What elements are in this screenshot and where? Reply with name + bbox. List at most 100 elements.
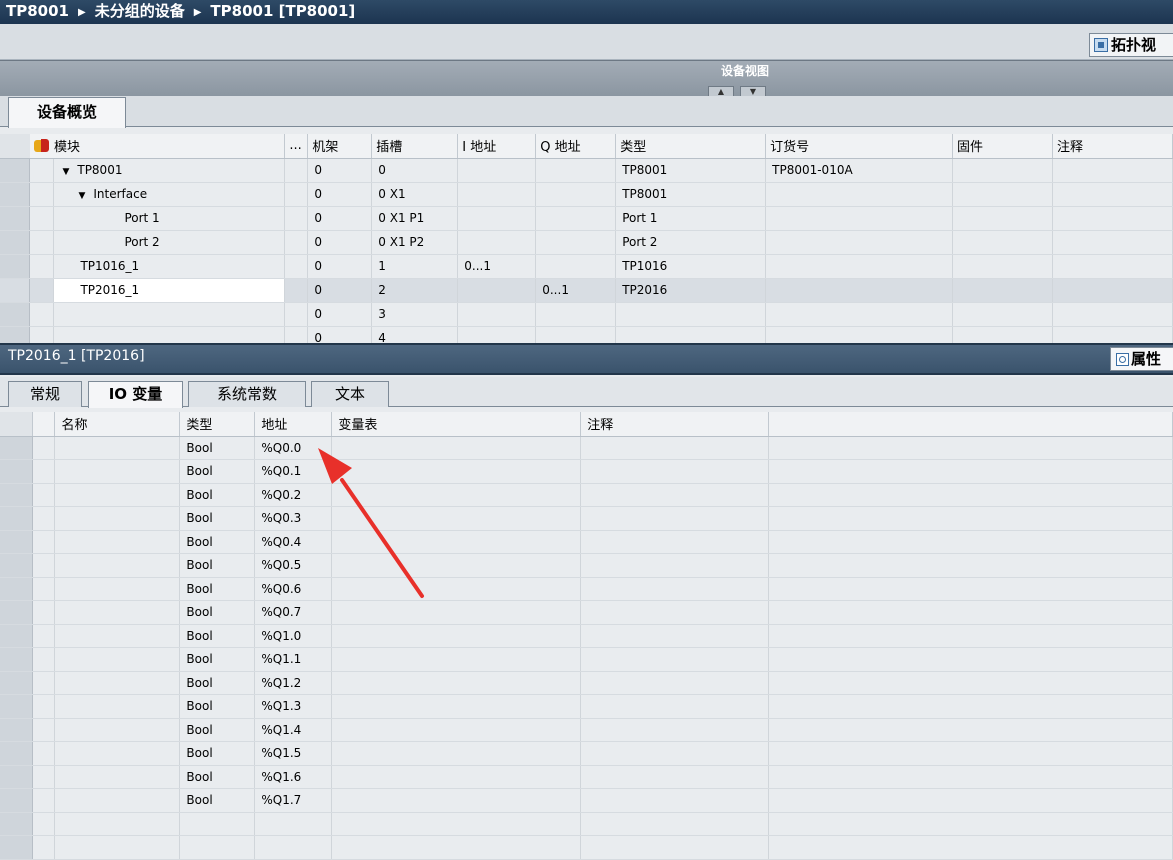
comment-cell[interactable] [1052,230,1173,255]
row-gutter[interactable] [0,577,34,601]
row-gutter[interactable] [0,459,34,484]
name-cell[interactable] [54,741,181,766]
tag-table-cell[interactable] [331,765,582,789]
name-cell[interactable] [54,436,181,460]
row-gutter[interactable] [0,647,34,672]
name-cell[interactable] [54,835,181,860]
table-row[interactable]: Bool %Q0.4 [0,530,1173,554]
table-row[interactable]: Bool %Q0.5 [0,553,1173,578]
module-cell[interactable]: TP2016_1 [53,278,286,303]
column-header-i-address[interactable]: I 地址 [457,134,537,159]
expand-down-icon[interactable]: ▼ [62,167,69,177]
tag-table-cell[interactable] [331,718,582,742]
comment-cell[interactable] [580,459,770,484]
table-row[interactable] [0,812,1173,836]
table-row[interactable]: Bool %Q0.3 [0,506,1173,531]
tab-device-overview[interactable]: 设备概览 [8,97,126,128]
row-gutter[interactable] [0,436,34,460]
row-gutter[interactable] [0,718,34,742]
row-gutter[interactable] [0,694,34,719]
table-row[interactable]: Bool %Q1.3 [0,694,1173,719]
name-cell[interactable] [54,694,181,719]
breadcrumb-item[interactable]: TP8001 [TP8001] [210,2,355,20]
row-gutter[interactable] [0,530,34,554]
name-cell[interactable] [54,530,181,554]
row-gutter[interactable] [0,600,34,625]
comment-cell[interactable] [1052,206,1173,231]
tag-table-cell[interactable] [331,694,582,719]
row-gutter[interactable] [0,788,34,813]
row-gutter[interactable] [0,483,34,507]
column-header-tag-table[interactable]: 变量表 [331,412,582,437]
table-row[interactable]: Bool %Q1.6 [0,765,1173,789]
name-cell[interactable] [54,647,181,672]
properties-button[interactable]: 属性 [1110,347,1173,371]
row-gutter[interactable] [0,278,31,303]
row-gutter[interactable] [0,812,34,836]
column-header-q-address[interactable]: Q 地址 [535,134,617,159]
row-gutter[interactable] [0,835,34,860]
table-row[interactable]: Bool %Q0.0 [0,436,1173,460]
row-gutter[interactable] [0,553,34,578]
tag-table-cell[interactable] [331,835,582,860]
breadcrumb-item[interactable]: TP8001 [6,2,69,20]
column-header-more[interactable]: ... [284,134,309,159]
row-gutter[interactable] [0,741,34,766]
comment-cell[interactable] [1052,302,1173,327]
comment-cell[interactable] [580,624,770,648]
comment-cell[interactable] [1052,254,1173,279]
name-cell[interactable] [54,600,181,625]
name-cell[interactable] [54,765,181,789]
name-cell[interactable] [54,812,181,836]
row-gutter[interactable] [0,230,31,255]
table-row[interactable]: Bool %Q0.6 [0,577,1173,601]
comment-cell[interactable] [580,600,770,625]
tag-table-cell[interactable] [331,812,582,836]
name-cell[interactable] [54,788,181,813]
comment-cell[interactable] [580,835,770,860]
row-gutter[interactable] [0,506,34,531]
column-header-slot[interactable]: 插槽 [371,134,459,159]
module-cell[interactable]: Port 1 [53,206,286,231]
comment-cell[interactable] [580,788,770,813]
table-row[interactable]: Bool %Q1.2 [0,671,1173,695]
comment-cell[interactable] [580,483,770,507]
column-header-address[interactable]: 地址 [254,412,333,437]
row-gutter[interactable] [0,302,31,327]
table-row[interactable]: TP1016_1 0 1 0...1 TP1016 [0,254,1173,279]
column-header-module[interactable]: 模块 [29,134,286,159]
name-cell[interactable] [54,459,181,484]
table-row[interactable] [0,835,1173,860]
row-gutter[interactable] [0,624,34,648]
table-row[interactable]: 0 3 [0,302,1173,327]
comment-cell[interactable] [580,671,770,695]
comment-cell[interactable] [580,741,770,766]
table-row[interactable]: Bool %Q1.4 [0,718,1173,742]
expand-down-icon[interactable]: ▼ [78,191,85,201]
row-gutter[interactable] [0,206,31,231]
comment-cell[interactable] [580,765,770,789]
topology-view-button[interactable]: 拓扑视 [1089,33,1173,57]
table-row[interactable]: ▼ Interface 0 0 X1 TP8001 [0,182,1173,207]
comment-cell[interactable] [580,718,770,742]
column-header-order-number[interactable]: 订货号 [765,134,954,159]
tag-table-cell[interactable] [331,741,582,766]
column-header-name[interactable]: 名称 [54,412,181,437]
name-cell[interactable] [54,483,181,507]
module-cell[interactable]: TP1016_1 [53,254,286,279]
comment-cell[interactable] [580,812,770,836]
module-cell[interactable] [53,302,286,327]
comment-cell[interactable] [580,553,770,578]
comment-cell[interactable] [580,647,770,672]
comment-cell[interactable] [580,530,770,554]
table-row[interactable]: Bool %Q0.7 [0,600,1173,625]
row-gutter[interactable] [0,254,31,279]
comment-cell[interactable] [580,506,770,531]
name-cell[interactable] [54,553,181,578]
table-row[interactable]: Bool %Q0.2 [0,483,1173,507]
name-cell[interactable] [54,718,181,742]
table-row[interactable]: ▼ TP8001 0 0 TP8001 TP8001-010A [0,158,1173,183]
comment-cell[interactable] [580,577,770,601]
comment-cell[interactable] [580,694,770,719]
table-row[interactable]: Bool %Q1.5 [0,741,1173,766]
